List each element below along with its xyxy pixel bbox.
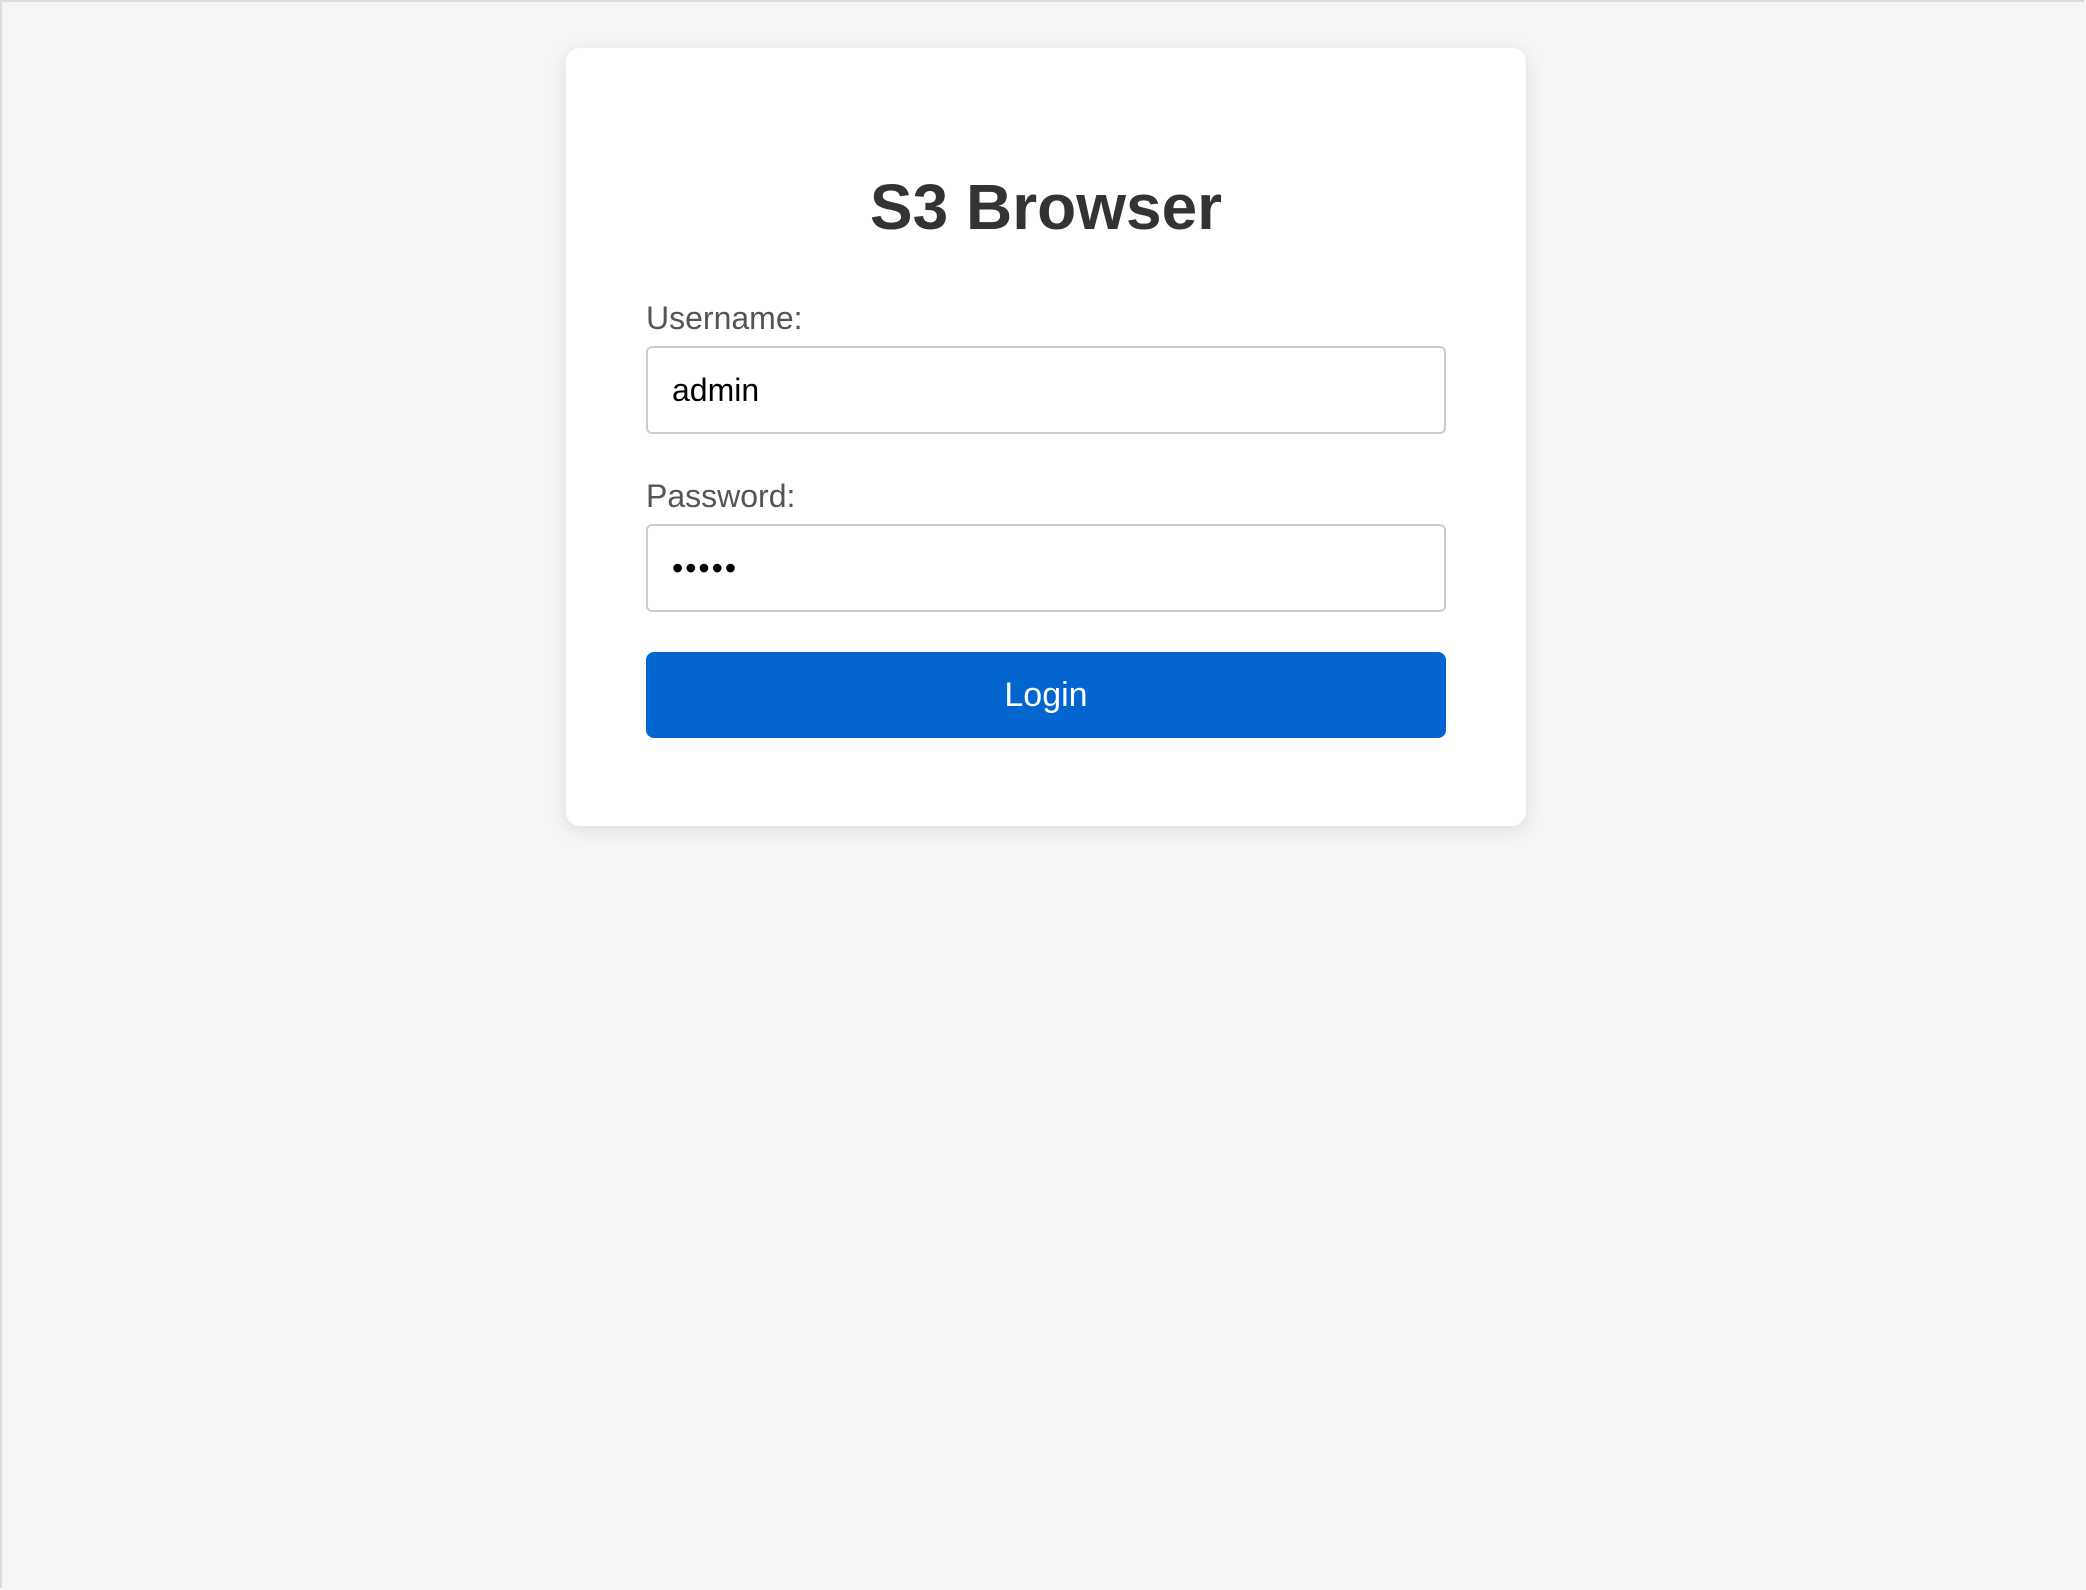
login-card: S3 Browser Username: Password: Login <box>566 48 1526 826</box>
username-label: Username: <box>646 300 803 336</box>
field-spacer <box>646 434 1446 476</box>
password-input[interactable] <box>646 524 1446 612</box>
browser-viewport: S3 Browser Username: Password: Login <box>0 0 2084 1588</box>
login-button[interactable]: Login <box>646 652 1446 738</box>
username-input[interactable] <box>646 346 1446 434</box>
password-label: Password: <box>646 478 796 514</box>
page-title: S3 Browser <box>869 171 1223 243</box>
login-form: Username: Password: Login <box>646 298 1446 738</box>
